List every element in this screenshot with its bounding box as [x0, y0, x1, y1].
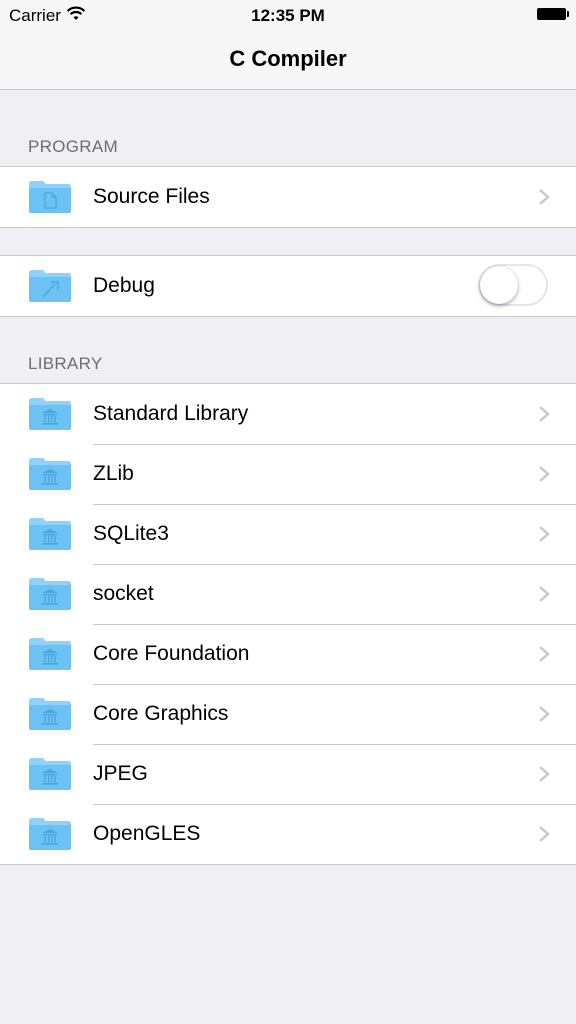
- chevron-right-icon: [539, 826, 550, 842]
- status-bar: Carrier 12:35 PM: [0, 0, 576, 30]
- library-item-core-graphics[interactable]: Core Graphics: [0, 684, 576, 744]
- source-files-label: Source Files: [93, 185, 210, 208]
- library-folder-icon: [29, 578, 71, 610]
- library-item-standard-library[interactable]: Standard Library: [0, 384, 576, 444]
- library-folder-icon: [29, 458, 71, 490]
- library-item-label: socket: [93, 582, 154, 605]
- library-item-sqlite3[interactable]: SQLite3: [0, 504, 576, 564]
- library-folder-icon: [29, 698, 71, 730]
- library-item-label: ZLib: [93, 462, 134, 485]
- chevron-right-icon: [539, 766, 550, 782]
- library-section-header: LIBRARY: [28, 354, 103, 373]
- library-item-label: Core Graphics: [93, 702, 229, 725]
- navigation-bar: C Compiler: [0, 30, 576, 90]
- toggle-knob: [480, 266, 518, 304]
- chevron-right-icon: [539, 706, 550, 722]
- library-item-core-foundation[interactable]: Core Foundation: [0, 624, 576, 684]
- debug-label: Debug: [93, 274, 155, 297]
- library-folder-icon: [29, 758, 71, 790]
- page-title: C Compiler: [229, 46, 347, 71]
- program-group: Source Files: [0, 166, 576, 228]
- library-group: Standard Library ZLib SQLite3 socket Cor…: [0, 383, 576, 865]
- library-item-label: Core Foundation: [93, 642, 250, 665]
- battery-icon: [537, 8, 569, 20]
- library-item-opengles[interactable]: OpenGLES: [0, 804, 576, 864]
- library-folder-icon: [29, 638, 71, 670]
- debug-toggle[interactable]: [478, 264, 548, 306]
- library-item-label: Standard Library: [93, 402, 249, 425]
- tools-folder-icon: [29, 270, 71, 302]
- library-folder-icon: [29, 818, 71, 850]
- library-item-socket[interactable]: socket: [0, 564, 576, 624]
- library-folder-icon: [29, 518, 71, 550]
- debug-group: Debug: [0, 255, 576, 317]
- program-section-header: PROGRAM: [28, 137, 118, 156]
- library-item-zlib[interactable]: ZLib: [0, 444, 576, 504]
- chevron-right-icon: [539, 406, 550, 422]
- library-item-label: SQLite3: [93, 522, 169, 545]
- library-folder-icon: [29, 398, 71, 430]
- library-item-label: JPEG: [93, 762, 148, 785]
- chevron-right-icon: [539, 189, 550, 205]
- status-time: 12:35 PM: [251, 6, 325, 25]
- chevron-right-icon: [539, 646, 550, 662]
- debug-row: Debug: [0, 256, 576, 316]
- source-files-row[interactable]: Source Files: [0, 167, 576, 227]
- chevron-right-icon: [539, 466, 550, 482]
- library-item-jpeg[interactable]: JPEG: [0, 744, 576, 804]
- chevron-right-icon: [539, 526, 550, 542]
- library-item-label: OpenGLES: [93, 822, 201, 845]
- document-folder-icon: [29, 181, 71, 213]
- chevron-right-icon: [539, 586, 550, 602]
